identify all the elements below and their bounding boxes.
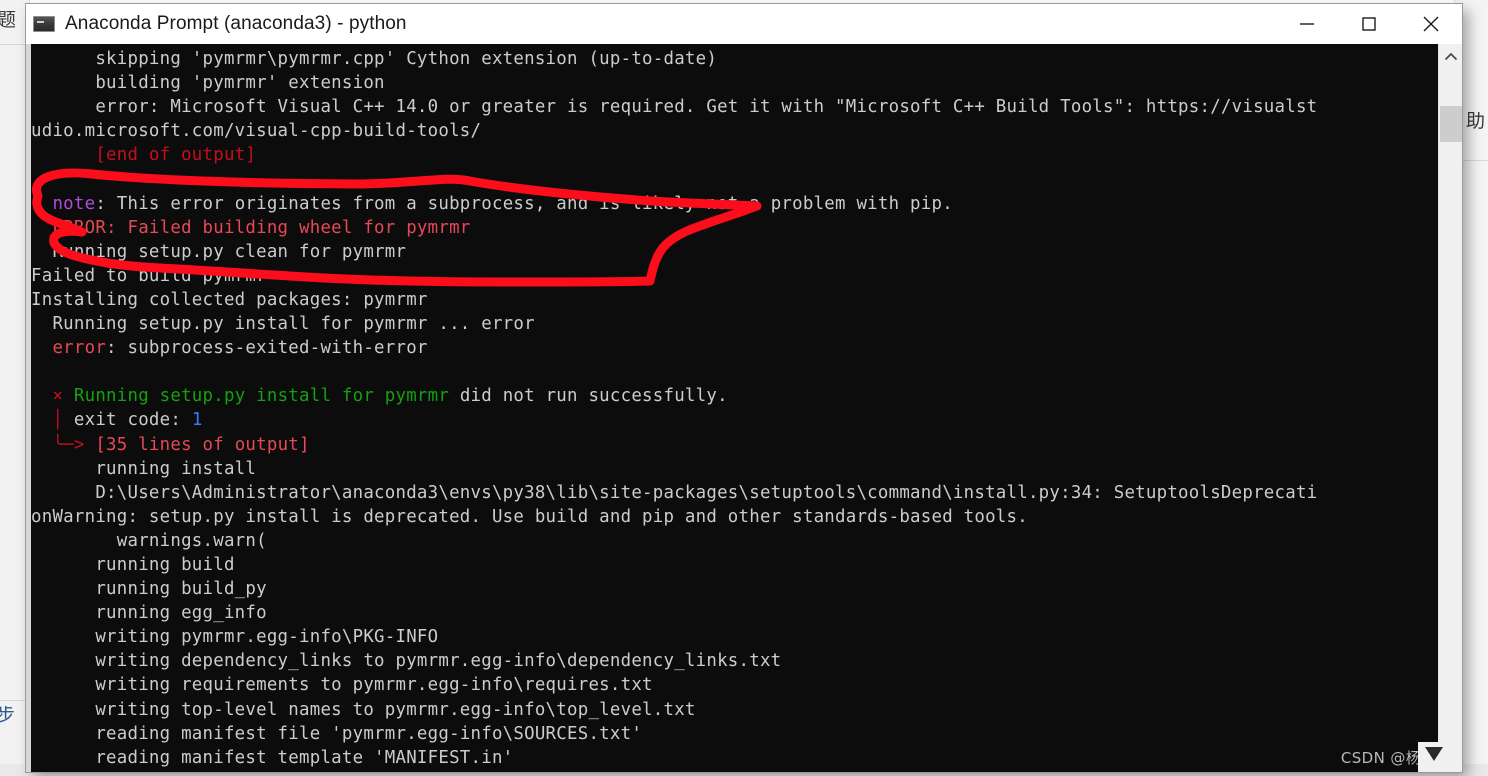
terminal-line: Failed to build pymrmr — [31, 264, 1438, 288]
terminal-line: writing dependency_links to pymrmr.egg-i… — [31, 649, 1438, 673]
terminal-viewport[interactable]: skipping 'pymrmr\pymrmr.cpp' Cython exte… — [26, 44, 1462, 772]
maximize-button[interactable] — [1338, 4, 1400, 44]
terminal-text: error: Microsoft Visual C++ 14.0 or grea… — [31, 97, 1318, 118]
terminal-text: : subprocess-exited-with-error — [106, 338, 428, 359]
anaconda-prompt-window: Anaconda Prompt (anaconda3) - python ski… — [26, 4, 1462, 772]
terminal-line: │ exit code: 1 — [31, 408, 1438, 432]
window-controls — [1276, 4, 1462, 44]
terminal-text: [end of output] — [31, 145, 257, 166]
terminal-line: warnings.warn( — [31, 529, 1438, 553]
terminal-line: error: subprocess-exited-with-error — [31, 336, 1438, 360]
terminal-line: reading manifest file 'pymrmr.egg-info\S… — [31, 722, 1438, 746]
terminal-text: reading manifest template 'MANIFEST.in' — [31, 747, 514, 768]
terminal-line: running build_py — [31, 577, 1438, 601]
terminal-line: onWarning: setup.py install is deprecate… — [31, 505, 1438, 529]
terminal-text: running build — [31, 554, 235, 575]
chevron-up-icon — [1444, 52, 1458, 61]
terminal-text: │ — [31, 410, 74, 431]
terminal-line: ERROR: Failed building wheel for pymrmr — [31, 216, 1438, 240]
scrollbar-thumb[interactable] — [1440, 106, 1462, 142]
terminal-text: exit code: — [73, 410, 192, 431]
terminal-text: reading manifest file 'pymrmr.egg-info\S… — [31, 723, 643, 744]
terminal-line: building 'pymrmr' extension — [31, 71, 1438, 95]
terminal-text: × — [31, 386, 74, 407]
terminal-text: ╰─> — [31, 434, 96, 455]
terminal-text: udio.microsoft.com/visual-cpp-build-tool… — [31, 121, 482, 142]
terminal-text: skipping 'pymrmr\pymrmr.cpp' Cython exte… — [31, 49, 718, 69]
terminal-text: : This error originates from a subproces… — [95, 193, 953, 214]
terminal-text: Running setup.py install for pymrmr ... … — [31, 314, 535, 335]
maximize-icon — [1362, 16, 1376, 31]
terminal-text: writing requirements to pymrmr.egg-info\… — [31, 675, 653, 696]
terminal-line: writing top-level names to pymrmr.egg-in… — [31, 698, 1438, 722]
terminal-line: Running setup.py clean for pymrmr — [31, 240, 1438, 264]
terminal-text: Running setup.py clean for pymrmr — [31, 241, 407, 262]
mouse-cursor-icon — [1418, 742, 1452, 772]
terminal-line: error: Microsoft Visual C++ 14.0 or grea… — [31, 95, 1438, 119]
terminal-line: running egg_info — [31, 601, 1438, 625]
console-icon — [33, 15, 55, 32]
terminal-text: building 'pymrmr' extension — [31, 73, 385, 94]
background-text-top-left: 题 — [0, 11, 17, 30]
terminal-line: [end of output] — [31, 143, 1438, 167]
minimize-icon — [1300, 22, 1314, 25]
terminal-line: note: This error originates from a subpr… — [31, 192, 1438, 216]
terminal-line: D:\Users\Administrator\anaconda3\envs\py… — [31, 481, 1438, 505]
terminal-line: running build — [31, 553, 1438, 577]
close-icon — [1423, 16, 1439, 31]
background-text-bottom-left: 步 — [0, 706, 16, 725]
terminal-line: udio.microsoft.com/visual-cpp-build-tool… — [31, 119, 1438, 143]
terminal-text: warnings.warn( — [31, 530, 267, 551]
terminal-line: reading manifest template 'MANIFEST.in' — [31, 746, 1438, 770]
terminal-text: running build_py — [31, 579, 267, 600]
minimize-button[interactable] — [1276, 4, 1338, 44]
window-titlebar[interactable]: Anaconda Prompt (anaconda3) - python — [26, 4, 1462, 44]
terminal-line: Running setup.py install for pymrmr ... … — [31, 312, 1438, 336]
terminal-text: 1 — [191, 410, 203, 431]
background-text-mid-right: 助 — [1466, 112, 1486, 131]
terminal-text: running egg_info — [31, 603, 267, 624]
terminal-line: skipping 'pymrmr\pymrmr.cpp' Cython exte… — [31, 47, 1438, 71]
terminal-text: running install — [31, 458, 257, 479]
scroll-up-button[interactable] — [1439, 44, 1463, 70]
terminal-output: skipping 'pymrmr\pymrmr.cpp' Cython exte… — [31, 44, 1438, 772]
screen-root: 题 步 助 Anaconda Prompt (anaconda3) - pyth… — [0, 0, 1488, 776]
terminal-text: writing top-level names to pymrmr.egg-in… — [31, 699, 696, 720]
terminal-text: writing dependency_links to pymrmr.egg-i… — [31, 651, 782, 672]
terminal-text: onWarning: setup.py install is deprecate… — [31, 506, 1028, 527]
terminal-text: error — [31, 338, 107, 359]
terminal-line: ╰─> [35 lines of output] — [31, 433, 1438, 457]
terminal-text: Running setup.py install for pymrmr — [73, 386, 450, 407]
terminal-line: writing pymrmr.egg-info\PKG-INFO — [31, 625, 1438, 649]
terminal-text: did not run successfully. — [449, 386, 728, 407]
terminal-line: × Running setup.py install for pymrmr di… — [31, 384, 1438, 408]
terminal-text: [35 lines of output] — [95, 434, 310, 455]
terminal-text: D:\Users\Administrator\anaconda3\envs\py… — [31, 482, 1318, 503]
terminal-text: Installing collected packages: pymrmr — [31, 289, 428, 310]
terminal-scrollbar[interactable] — [1438, 44, 1462, 772]
terminal-text: note — [31, 193, 96, 214]
terminal-line: running install — [31, 457, 1438, 481]
close-button[interactable] — [1400, 4, 1462, 44]
window-title: Anaconda Prompt (anaconda3) - python — [65, 12, 407, 34]
terminal-text: Failed to build pymrmr — [31, 265, 267, 286]
terminal-text: writing pymrmr.egg-info\PKG-INFO — [31, 627, 439, 648]
terminal-line: writing requirements to pymrmr.egg-info\… — [31, 673, 1438, 697]
terminal-line: Installing collected packages: pymrmr — [31, 288, 1438, 312]
terminal-text: ERROR: Failed building wheel for pymrmr — [31, 217, 471, 238]
